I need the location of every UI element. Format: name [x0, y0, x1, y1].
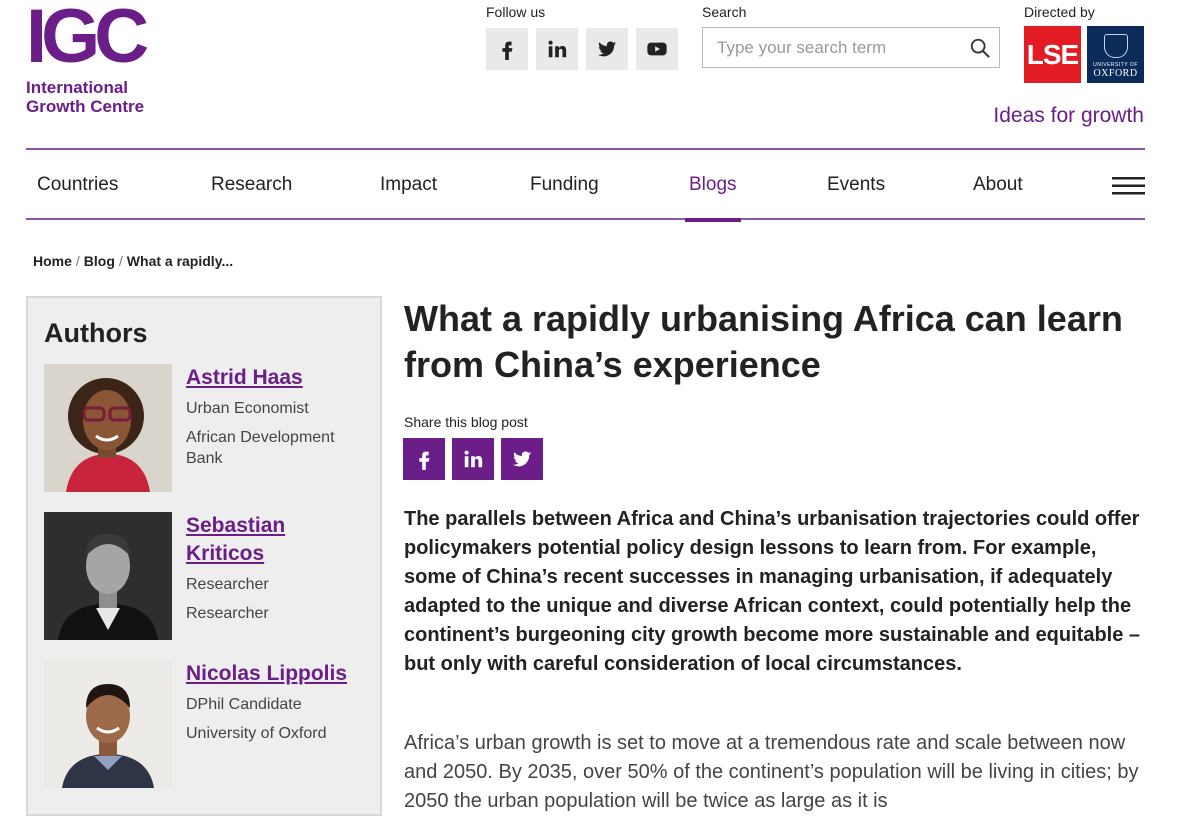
nav-blogs[interactable]: Blogs — [685, 150, 741, 222]
share-buttons — [403, 438, 543, 480]
logo-line-2: Growth Centre — [26, 97, 145, 116]
youtube-icon — [647, 42, 667, 56]
facebook-icon — [419, 451, 430, 470]
share-twitter-button[interactable] — [501, 438, 543, 480]
linkedin-icon — [464, 450, 483, 468]
breadcrumb-separator: / — [75, 253, 80, 269]
oxford-logo-text: OXFORD — [1093, 68, 1138, 79]
article-lead: The parallels between Africa and China’s… — [404, 508, 1141, 675]
search-button[interactable] — [961, 29, 999, 67]
youtube-link[interactable] — [636, 28, 678, 70]
follow-us-label: Follow us — [486, 4, 546, 20]
nav-events[interactable]: Events — [827, 150, 885, 220]
search-label: Search — [702, 4, 747, 20]
partner-logos: LSE UNIVERSITY OF OXFORD — [1024, 26, 1144, 83]
nav-funding[interactable]: Funding — [530, 150, 599, 220]
author-affiliation: African Development Bank — [186, 429, 335, 467]
facebook-link[interactable] — [486, 28, 528, 70]
nav-research[interactable]: Research — [211, 150, 292, 220]
share-label: Share this blog post — [404, 414, 528, 430]
breadcrumb-current: What a rapidly... — [126, 253, 234, 269]
lse-logo[interactable]: LSE — [1024, 26, 1081, 83]
linkedin-icon — [548, 40, 567, 58]
logo-letters: IGC — [26, 0, 149, 79]
author-name-link[interactable]: Astrid Haas — [186, 364, 366, 392]
igc-logo[interactable]: IGC International Growth Centre — [26, 0, 166, 116]
tagline: Ideas for growth — [993, 104, 1144, 127]
search-icon — [970, 38, 990, 58]
main-nav: Countries Research Impact Funding Blogs … — [26, 148, 1145, 222]
facebook-icon — [502, 41, 513, 60]
search-box — [702, 27, 1000, 68]
share-facebook-button[interactable] — [403, 438, 445, 480]
author-photo-astrid-haas[interactable] — [44, 364, 172, 492]
directed-by: Directed by LSE UNIVERSITY OF OXFORD — [1024, 4, 1144, 83]
authors-panel: Authors Astrid Haas Urban Economist Afri… — [26, 296, 382, 816]
search-input[interactable] — [703, 29, 961, 66]
author-info: Sebastian Kriticos Researcher Researcher — [186, 512, 366, 624]
article-body: Africa’s urban growth is set to move at … — [404, 732, 1139, 812]
breadcrumb-separator: / — [118, 253, 123, 269]
author-name-link[interactable]: Nicolas Lippolis — [186, 660, 366, 688]
author-photo-nicolas-lippolis[interactable] — [44, 660, 172, 788]
nav-impact[interactable]: Impact — [380, 150, 437, 220]
directed-by-label: Directed by — [1024, 4, 1095, 20]
logo-line-1: International — [26, 78, 129, 97]
twitter-icon — [597, 41, 617, 57]
author-role: Researcher — [186, 576, 269, 593]
author-affiliation: Researcher — [186, 605, 269, 622]
author-role: DPhil Candidate — [186, 696, 302, 713]
authors-heading: Authors — [44, 318, 148, 348]
oxford-crest-icon — [1103, 34, 1128, 58]
linkedin-link[interactable] — [536, 28, 578, 70]
breadcrumb: Home / Blog / What a rapidly... — [33, 253, 233, 269]
author-info: Astrid Haas Urban Economist African Deve… — [186, 364, 366, 469]
breadcrumb-blog[interactable]: Blog — [84, 253, 115, 269]
author-name-link[interactable]: Sebastian Kriticos — [186, 512, 366, 568]
article-title: What a rapidly urbanising Africa can lea… — [404, 298, 1123, 385]
author-affiliation: University of Oxford — [186, 725, 327, 742]
follow-us: Follow us — [486, 4, 678, 70]
search-area: Search — [702, 4, 1000, 68]
igc-logo-mark: IGC — [26, 0, 166, 79]
nav-countries[interactable]: Countries — [37, 150, 118, 220]
oxford-logo[interactable]: UNIVERSITY OF OXFORD — [1087, 26, 1144, 83]
twitter-link[interactable] — [586, 28, 628, 70]
breadcrumb-home[interactable]: Home — [33, 253, 72, 269]
nav-about[interactable]: About — [973, 150, 1023, 220]
author-info: Nicolas Lippolis DPhil Candidate Univers… — [186, 660, 366, 744]
author-role: Urban Economist — [186, 400, 309, 417]
share-linkedin-button[interactable] — [452, 438, 494, 480]
author-photo-sebastian-kriticos[interactable] — [44, 512, 172, 640]
social-links — [486, 28, 678, 70]
logo-wordmark: International Growth Centre — [26, 78, 166, 116]
hamburger-menu-icon[interactable] — [1112, 177, 1145, 195]
twitter-icon — [512, 451, 532, 467]
